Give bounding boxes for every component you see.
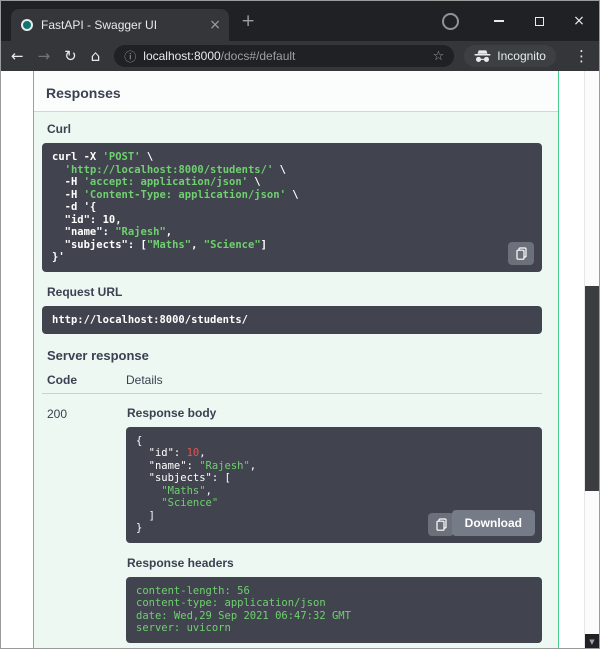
copy-curl-button[interactable]	[508, 241, 534, 265]
window-controls: ×	[442, 1, 599, 41]
response-details: Response body { "id": 10, "name": "Rajes…	[126, 406, 542, 643]
maximize-icon	[534, 16, 544, 26]
reload-icon[interactable]: ↻	[64, 47, 77, 65]
response-row-200: 200 Response body { "id": 10, "name": "R…	[42, 406, 542, 643]
tab-title: FastAPI - Swagger UI	[41, 18, 158, 32]
response-headers-block: content-length: 56 content-type: applicat…	[126, 576, 542, 643]
status-code: 200	[47, 406, 68, 421]
new-tab-button[interactable]: +	[241, 11, 255, 31]
minimize-icon	[494, 20, 504, 22]
close-window-button[interactable]: ×	[559, 1, 599, 41]
download-button[interactable]: Download	[451, 509, 535, 536]
maximize-button[interactable]	[519, 1, 559, 41]
home-icon[interactable]: ⌂	[91, 47, 101, 65]
request-url-label: Request URL	[47, 284, 123, 299]
responses-title: Responses	[46, 85, 121, 101]
page-content: Responses Curl curl -X 'POST' \ 'http://…	[1, 71, 599, 648]
browser-titlebar: FastAPI - Swagger UI × + ×	[1, 1, 599, 41]
incognito-icon	[474, 49, 491, 62]
scrollbar-thumb[interactable]	[585, 286, 599, 491]
responses-section-body: Curl curl -X 'POST' \ 'http://localhost:…	[34, 112, 558, 648]
request-url-value: http://localhost:8000/students/	[42, 305, 542, 334]
incognito-badge: Incognito	[464, 45, 556, 67]
responses-section-header: Responses	[34, 71, 558, 112]
response-table-header: Code Details	[42, 373, 542, 394]
page-scrollbar[interactable]: ▼	[584, 71, 599, 648]
swagger-opblock: Responses Curl curl -X 'POST' \ 'http://…	[33, 71, 559, 648]
back-icon[interactable]: ←	[11, 47, 24, 65]
url-host: localhost:8000	[143, 49, 221, 63]
copy-icon	[435, 517, 447, 531]
bookmark-star-icon[interactable]: ☆	[433, 49, 445, 64]
browser-profile-icon[interactable]	[442, 12, 459, 30]
curl-label: Curl	[47, 122, 71, 136]
browser-window: FastAPI - Swagger UI × + × ← → ↻ ⌂ ⓘ loc…	[0, 0, 600, 649]
url-path: /docs#/default	[220, 49, 296, 63]
curl-code-block: curl -X 'POST' \ 'http://localhost:8000/…	[42, 143, 542, 272]
response-body-label: Response body	[127, 405, 217, 420]
scroll-down-arrow-icon[interactable]: ▼	[585, 634, 599, 648]
fastapi-favicon-icon	[21, 19, 33, 31]
site-info-icon[interactable]: ⓘ	[124, 48, 136, 65]
browser-navbar: ← → ↻ ⌂ ⓘ localhost:8000 /docs#/default …	[1, 41, 599, 71]
details-column-header: Details	[126, 372, 163, 387]
copy-icon	[515, 246, 527, 260]
tab-close-icon[interactable]: ×	[209, 18, 221, 32]
minimize-button[interactable]	[479, 1, 519, 41]
incognito-label: Incognito	[497, 49, 546, 63]
response-headers-label: Response headers	[127, 555, 234, 570]
server-response-label: Server response	[47, 347, 149, 363]
copy-response-button[interactable]	[428, 512, 454, 536]
forward-icon[interactable]: →	[38, 47, 51, 65]
browser-menu-icon[interactable]: ⋮	[574, 47, 589, 65]
code-column-header: Code	[47, 372, 77, 387]
browser-tab[interactable]: FastAPI - Swagger UI ×	[11, 9, 229, 41]
address-bar[interactable]: ⓘ localhost:8000 /docs#/default ☆	[114, 45, 455, 67]
response-body-block: { "id": 10, "name": "Rajesh", "subjects"…	[126, 426, 542, 543]
